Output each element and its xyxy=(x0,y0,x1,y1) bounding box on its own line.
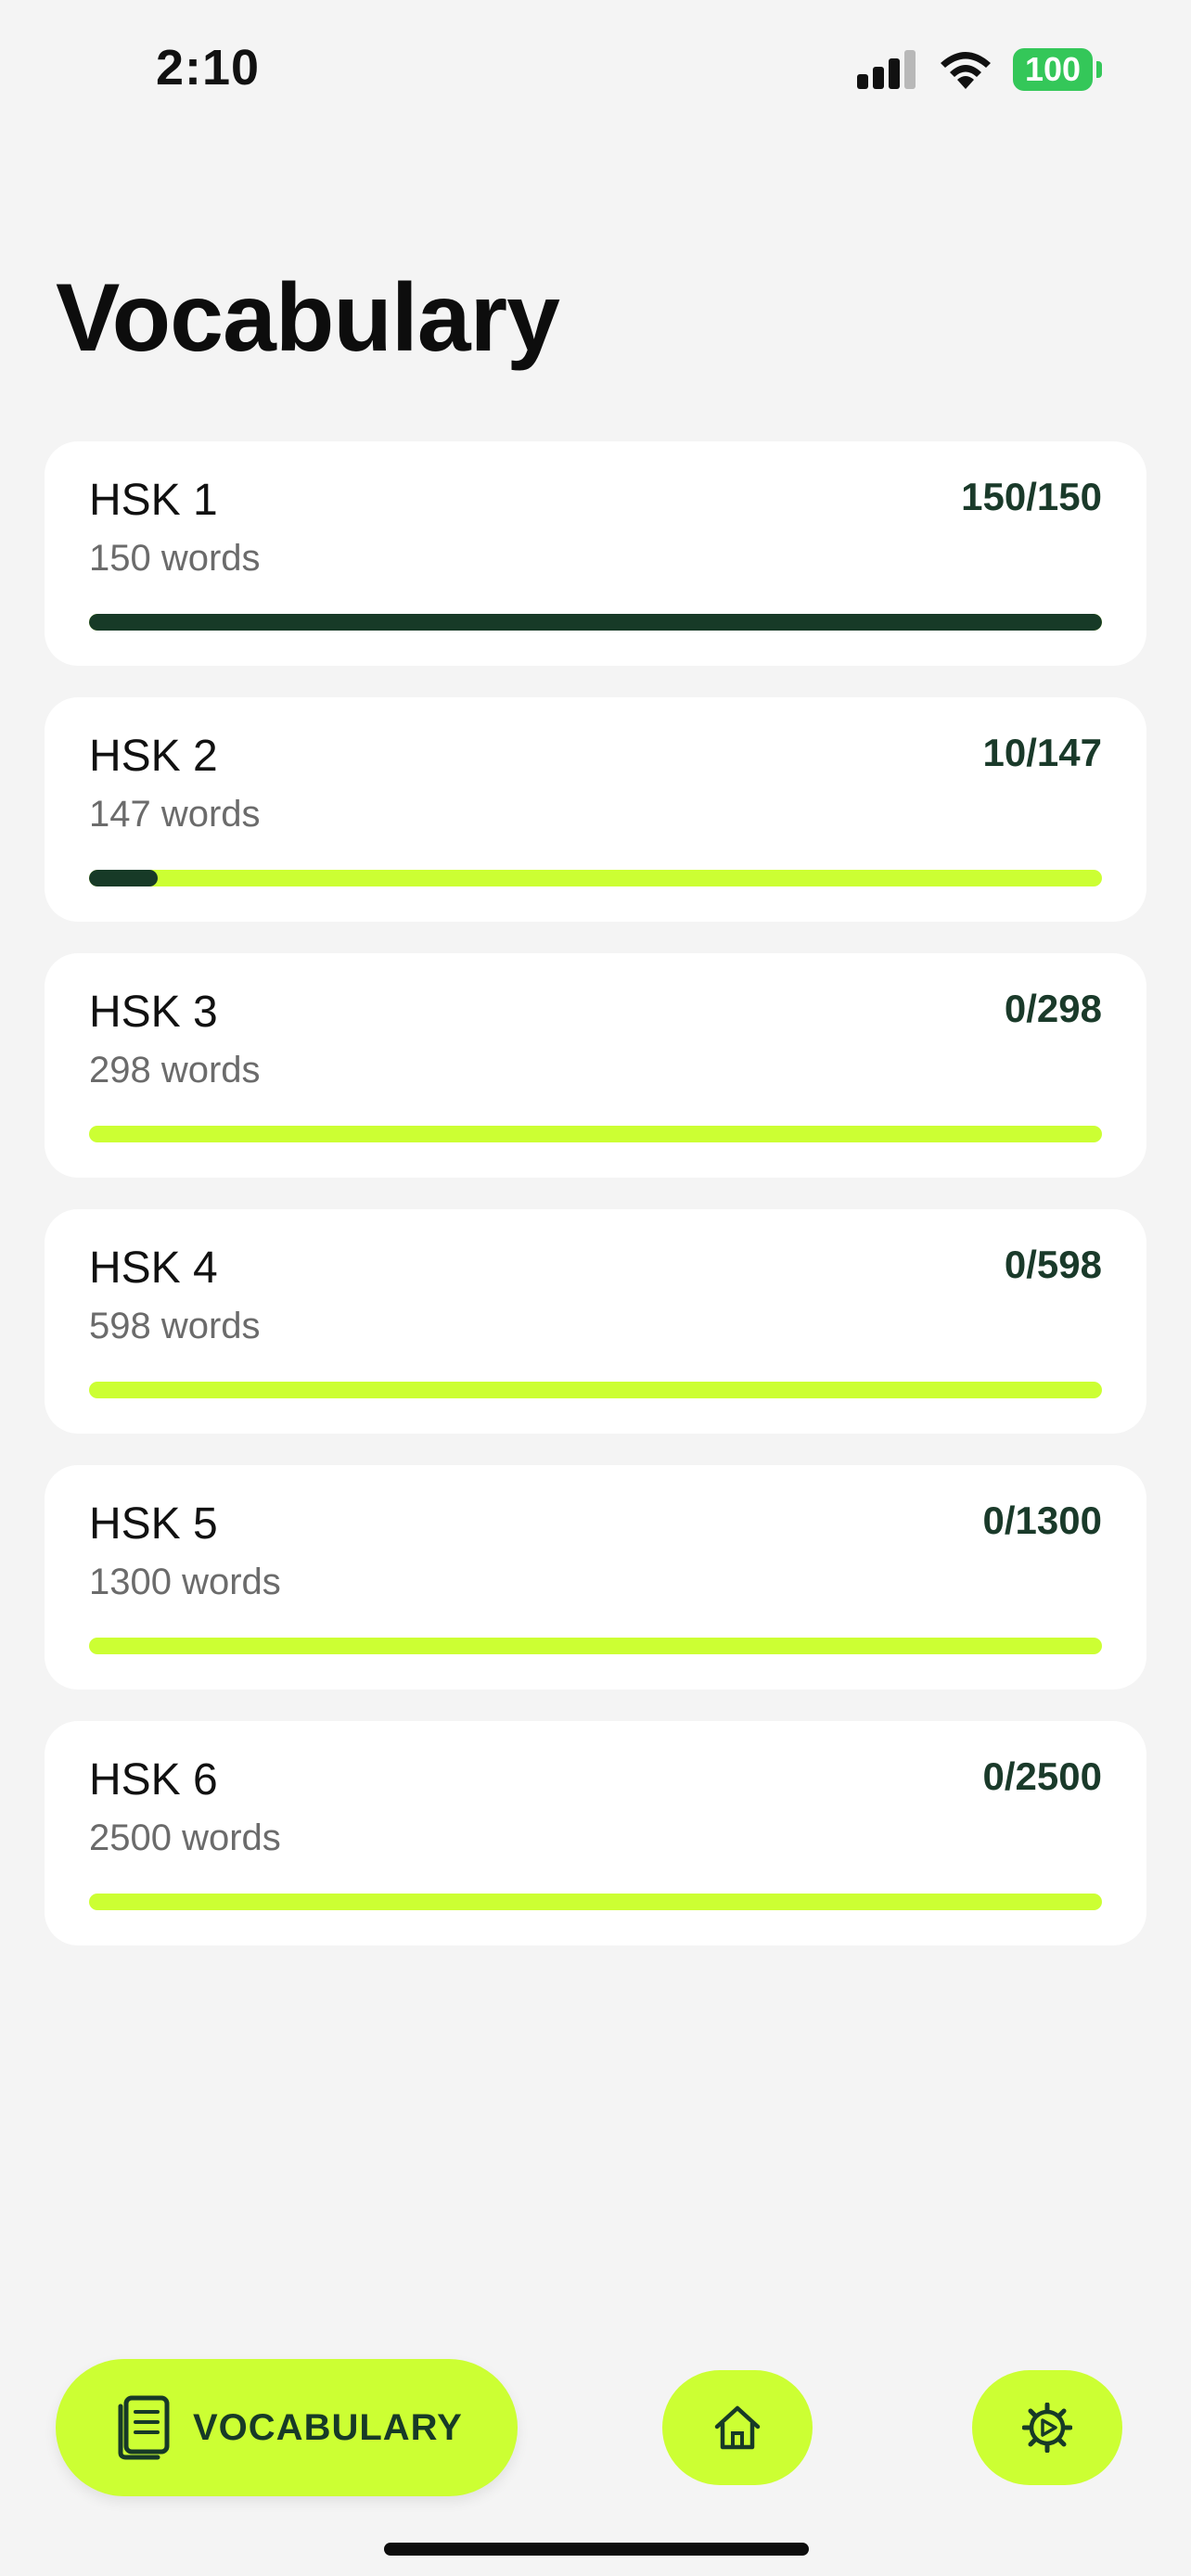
tab-vocabulary-label: VOCABULARY xyxy=(193,2406,463,2448)
level-progress-text: 10/147 xyxy=(982,731,1102,774)
settings-icon xyxy=(1022,2403,1072,2453)
wifi-icon xyxy=(941,52,991,89)
tab-vocabulary[interactable]: VOCABULARY xyxy=(56,2359,518,2496)
level-card-hsk5[interactable]: HSK 5 1300 words 0/1300 xyxy=(45,1465,1146,1690)
level-word-count: 2500 words xyxy=(89,1817,281,1858)
page-title: Vocabulary xyxy=(56,264,560,372)
level-card-hsk1[interactable]: HSK 1 150 words 150/150 xyxy=(45,441,1146,666)
level-name: HSK 6 xyxy=(89,1755,218,1804)
level-card-hsk3[interactable]: HSK 3 298 words 0/298 xyxy=(45,953,1146,1178)
home-icon xyxy=(714,2405,761,2450)
level-list: HSK 1 150 words 150/150 HSK 2 147 words … xyxy=(45,441,1146,1977)
level-card-hsk4[interactable]: HSK 4 598 words 0/598 xyxy=(45,1209,1146,1434)
status-bar: 2:10 100 xyxy=(0,0,1191,139)
screen: 2:10 100 Vocabulary HSK 1 150 words 150/… xyxy=(0,0,1191,2576)
battery-icon: 100 xyxy=(1013,48,1093,91)
status-time: 2:10 xyxy=(156,40,261,96)
battery-tip xyxy=(1096,61,1102,78)
level-word-count: 150 words xyxy=(89,538,261,579)
level-card-hsk2[interactable]: HSK 2 147 words 10/147 xyxy=(45,697,1146,922)
progress-bar xyxy=(89,1638,1102,1654)
battery-level: 100 xyxy=(1024,50,1082,88)
progress-fill xyxy=(89,870,159,886)
level-word-count: 1300 words xyxy=(89,1562,281,1602)
progress-bar xyxy=(89,614,1102,631)
level-word-count: 298 words xyxy=(89,1050,261,1090)
tab-home[interactable] xyxy=(662,2370,813,2485)
progress-bar xyxy=(89,1382,1102,1398)
progress-bar xyxy=(89,870,1102,886)
level-word-count: 598 words xyxy=(89,1306,261,1346)
level-progress-text: 0/598 xyxy=(1004,1243,1102,1286)
level-progress-text: 0/298 xyxy=(1004,987,1102,1030)
level-name: HSK 3 xyxy=(89,988,218,1037)
level-progress-text: 0/2500 xyxy=(982,1754,1102,1798)
signal-icon xyxy=(857,50,916,89)
level-word-count: 147 words xyxy=(89,794,261,835)
level-name: HSK 1 xyxy=(89,476,218,525)
level-progress-text: 0/1300 xyxy=(982,1498,1102,1542)
level-card-hsk6[interactable]: HSK 6 2500 words 0/2500 xyxy=(45,1721,1146,1945)
book-icon xyxy=(118,2395,170,2460)
level-name: HSK 2 xyxy=(89,732,218,781)
progress-fill xyxy=(89,614,1102,631)
progress-bar xyxy=(89,1126,1102,1142)
home-indicator xyxy=(384,2543,809,2556)
level-name: HSK 5 xyxy=(89,1499,218,1549)
tab-settings[interactable] xyxy=(972,2370,1122,2485)
progress-bar xyxy=(89,1894,1102,1910)
level-name: HSK 4 xyxy=(89,1243,218,1293)
level-progress-text: 150/150 xyxy=(961,475,1102,518)
